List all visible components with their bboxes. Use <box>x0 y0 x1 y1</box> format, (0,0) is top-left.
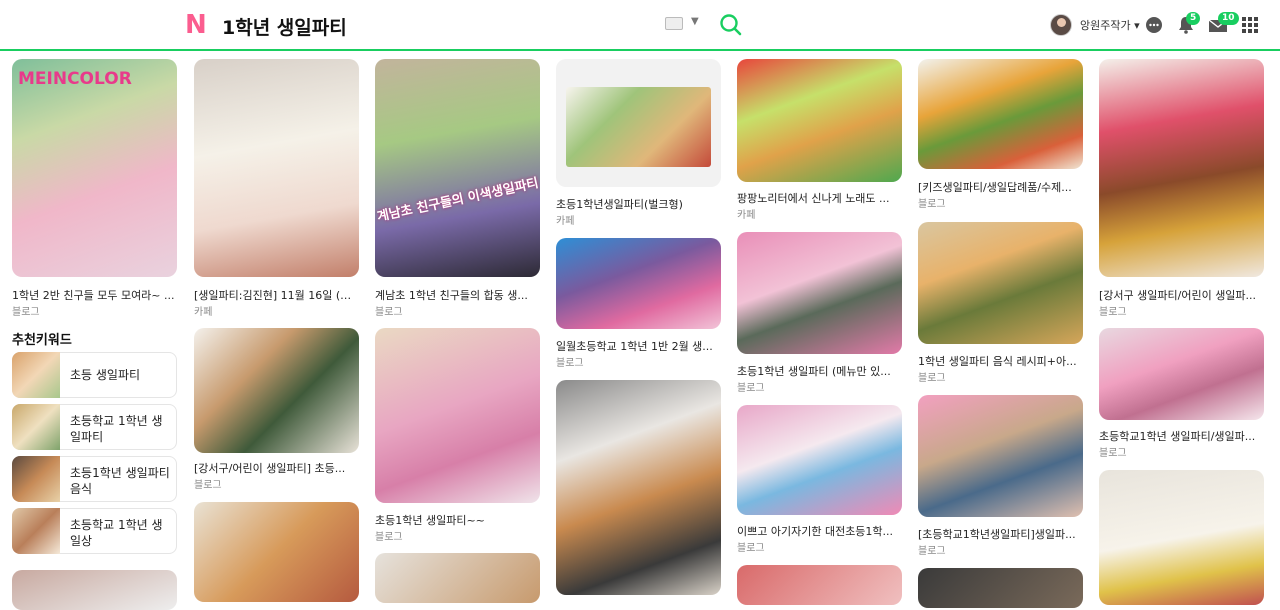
avatar[interactable] <box>1050 14 1072 36</box>
card-title[interactable]: 이쁘고 아기자기한 대전초등1학... <box>737 523 902 539</box>
party-photo[interactable] <box>375 553 540 603</box>
card-source: 블로그 <box>194 480 222 491</box>
party-photo[interactable] <box>1099 59 1264 277</box>
keyword-item[interactable]: 초등학교 1학년 생일파티 <box>12 404 177 450</box>
party-photo[interactable] <box>918 59 1083 169</box>
card-title[interactable]: [생일파티:김진현] 11월 16일 (도... <box>194 287 359 303</box>
photo-content <box>566 87 711 167</box>
party-photo[interactable] <box>194 328 359 453</box>
card-source: 블로그 <box>737 543 765 554</box>
keyword-item[interactable]: 초등1학년 생일파티 음식 <box>12 456 177 502</box>
notification-badge: 5 <box>1186 12 1201 25</box>
party-photo[interactable] <box>375 328 540 503</box>
card-title[interactable]: 초등1학년생일파티(벌크형) <box>556 196 721 212</box>
card-title[interactable]: 팡팡노리터에서 신나게 노래도 ... <box>737 190 902 206</box>
card-title[interactable]: 초등1학년 생일파티~~ <box>375 512 540 528</box>
card-title[interactable]: 1학년 2반 친구들 모두 모여라~ ... <box>12 287 177 303</box>
keyword-thumbnail <box>12 352 60 398</box>
party-photo[interactable] <box>737 232 902 354</box>
card-source: 블로그 <box>556 358 584 369</box>
card-title[interactable]: [키즈생일파티/생일답례품/수제... <box>918 179 1083 195</box>
keyword-label: 초등1학년 생일파티 음식 <box>70 466 170 496</box>
party-photo[interactable] <box>12 570 177 610</box>
card-title[interactable]: [초등학교1학년생일파티]생일파... <box>918 526 1083 542</box>
photo-caption: 계남초 친구들의 이색생일파티 <box>375 176 540 225</box>
card-title[interactable]: [강서구/어린이 생일파티] 초등... <box>194 460 359 476</box>
username: 앙원주작가 <box>1080 19 1131 32</box>
top-bar: N 1학년 생일파티 ▼ 앙원주작가 ▾ 5 10 <box>0 0 1280 51</box>
photo-watermark: MEINCOLOR <box>18 69 132 89</box>
card-source: 블로그 <box>918 373 946 384</box>
card-title[interactable]: 1학년 생일파티 음식 레시피+아... <box>918 353 1083 369</box>
card-source: 블로그 <box>375 307 403 318</box>
party-photo[interactable] <box>918 568 1083 608</box>
card-source: 블로그 <box>918 199 946 210</box>
naver-logo[interactable]: N <box>185 12 209 38</box>
party-photo[interactable]: 계남초 친구들의 이색생일파티 <box>375 59 540 277</box>
party-photo[interactable] <box>918 222 1083 344</box>
mail-badge: 10 <box>1218 12 1239 25</box>
keyword-item[interactable]: 초등 생일파티 <box>12 352 177 398</box>
card-source: 블로그 <box>1099 307 1127 318</box>
card-source: 카페 <box>194 307 213 318</box>
card-source: 블로그 <box>1099 448 1127 459</box>
card-title[interactable]: 계남초 1학년 친구들의 합동 생... <box>375 287 540 303</box>
party-photo[interactable]: MEINCOLOR <box>12 59 177 277</box>
keyboard-icon[interactable] <box>665 17 683 30</box>
party-photo[interactable] <box>737 405 902 515</box>
username-menu[interactable]: 앙원주작가 ▾ <box>1080 17 1140 33</box>
card-source: 블로그 <box>918 546 946 557</box>
card-title[interactable]: 일월초등학교 1학년 1반 2월 생... <box>556 338 721 354</box>
search-query[interactable]: 1학년 생일파티 <box>222 13 347 40</box>
search-icon[interactable] <box>718 12 744 38</box>
recommended-keywords-heading: 추천키워드 <box>12 333 72 348</box>
party-photo[interactable] <box>737 59 902 182</box>
card-title[interactable]: 초등학교1학년 생일파티/생일파... <box>1099 428 1264 444</box>
party-photo[interactable] <box>556 59 721 187</box>
chat-icon[interactable] <box>1144 15 1164 35</box>
party-photo[interactable] <box>918 395 1083 517</box>
apps-grid-icon[interactable] <box>1240 15 1260 35</box>
card-source: 블로그 <box>375 532 403 543</box>
chevron-down-icon[interactable]: ▼ <box>691 16 699 27</box>
card-source: 블로그 <box>737 383 765 394</box>
keyword-item[interactable]: 초등학교 1학년 생일상 <box>12 508 177 554</box>
keyword-thumbnail <box>12 456 60 502</box>
notification-button[interactable]: 5 <box>1176 12 1201 35</box>
party-photo[interactable] <box>556 380 721 595</box>
card-source: 블로그 <box>12 307 40 318</box>
keyword-label: 초등학교 1학년 생일상 <box>70 518 163 548</box>
card-source: 카페 <box>737 210 756 221</box>
party-photo[interactable] <box>1099 328 1264 420</box>
party-photo[interactable] <box>194 502 359 602</box>
card-source: 카페 <box>556 216 575 227</box>
keyword-thumbnail <box>12 508 60 554</box>
mail-button[interactable]: 10 <box>1208 12 1239 35</box>
card-title[interactable]: [강서구 생일파티/어린이 생일파... <box>1099 287 1264 303</box>
card-title[interactable]: 초등1학년 생일파티 (메뉴만 있... <box>737 363 902 379</box>
keyword-label: 초등학교 1학년 생일파티 <box>70 414 163 444</box>
party-photo[interactable] <box>737 565 902 605</box>
party-photo[interactable] <box>1099 470 1264 605</box>
keyword-label: 초등 생일파티 <box>70 368 141 382</box>
party-photo[interactable] <box>556 238 721 329</box>
keyword-thumbnail <box>12 404 60 450</box>
party-photo[interactable] <box>194 59 359 277</box>
